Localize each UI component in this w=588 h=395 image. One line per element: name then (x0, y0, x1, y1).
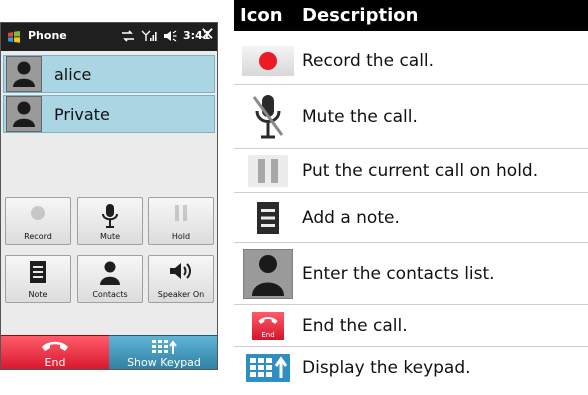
legend-row: End End the call. (234, 308, 588, 344)
keypad-icon (152, 340, 177, 354)
legend-row: Display the keypad. (234, 350, 588, 386)
speaker-button[interactable]: Speaker On (148, 255, 214, 303)
contact-avatar-icon (6, 56, 42, 92)
volume-icon (164, 30, 177, 41)
legend-description: Mute the call. (302, 107, 418, 127)
note-icon (257, 202, 279, 234)
mute-button[interactable]: Mute (77, 197, 143, 245)
caller-row[interactable]: Private (3, 95, 215, 133)
legend-description: Enter the contacts list. (302, 264, 495, 284)
pause-icon (175, 205, 187, 221)
icon-column-header: Icon (240, 5, 283, 26)
hold-icon (248, 155, 288, 187)
legend-row: Enter the contacts list. (234, 246, 588, 302)
legend-row: Record the call. (234, 40, 588, 82)
end-call-icon: End (252, 312, 284, 340)
legend-description: Record the call. (302, 51, 435, 71)
legend-row: Add a note. (234, 196, 588, 240)
keypad-icon (246, 354, 290, 382)
microphone-icon (102, 204, 118, 228)
caller-row[interactable]: alice (3, 55, 215, 93)
row-divider (234, 192, 588, 193)
status-icons[interactable]: 3:41 (121, 29, 210, 42)
caller-name: alice (54, 64, 92, 84)
contact-icon (100, 261, 120, 285)
legend-description: Put the current call on hold. (302, 161, 539, 181)
legend-description: Display the keypad. (302, 358, 471, 378)
contacts-label: Contacts (92, 290, 128, 299)
windows-logo-icon[interactable] (7, 30, 21, 44)
close-icon[interactable]: ✕ (200, 25, 215, 45)
row-divider (234, 84, 588, 85)
connectivity-icon (122, 29, 134, 42)
status-bar: Phone 3:41 ✕ (1, 23, 217, 51)
record-button[interactable]: Record (5, 197, 71, 245)
end-call-label: End (44, 356, 66, 369)
phone-screenshot: Phone 3:41 ✕ alice Private Record Mute H… (0, 22, 218, 370)
icon-legend-table: Icon Description Record the call. Mute t… (234, 0, 588, 382)
contacts-button[interactable]: Contacts (77, 255, 143, 303)
row-divider (234, 304, 588, 305)
legend-description: Add a note. (302, 208, 400, 228)
contact-avatar-icon (6, 96, 42, 132)
note-icon (30, 261, 46, 283)
hold-button[interactable]: Hold (148, 197, 214, 245)
description-column-header: Description (302, 5, 419, 26)
legend-row: Mute the call. (234, 88, 588, 146)
legend-row: Put the current call on hold. (234, 152, 588, 190)
note-button[interactable]: Note (5, 255, 71, 303)
speaker-label: Speaker On (157, 290, 205, 299)
show-keypad-button[interactable]: Show Keypad (109, 335, 217, 369)
end-call-icon (42, 341, 68, 351)
row-divider (234, 242, 588, 243)
record-icon (242, 46, 294, 76)
note-label: Note (28, 290, 48, 299)
end-call-icon-text: End (261, 331, 275, 339)
legend-description: End the call. (302, 316, 408, 336)
caller-name: Private (54, 104, 110, 124)
speaker-icon (170, 263, 191, 279)
contacts-icon (243, 249, 293, 299)
show-keypad-label: Show Keypad (127, 356, 201, 369)
hold-label: Hold (171, 232, 191, 241)
row-divider (234, 148, 588, 149)
mute-microphone-icon (252, 95, 284, 139)
record-icon (31, 206, 45, 220)
mute-label: Mute (99, 232, 121, 241)
legend-header: Icon Description (234, 0, 588, 31)
signal-strength-icon (141, 30, 157, 41)
end-call-button[interactable]: End (1, 335, 109, 369)
record-label: Record (24, 232, 52, 241)
app-title: Phone (28, 29, 67, 42)
row-divider (234, 346, 588, 347)
